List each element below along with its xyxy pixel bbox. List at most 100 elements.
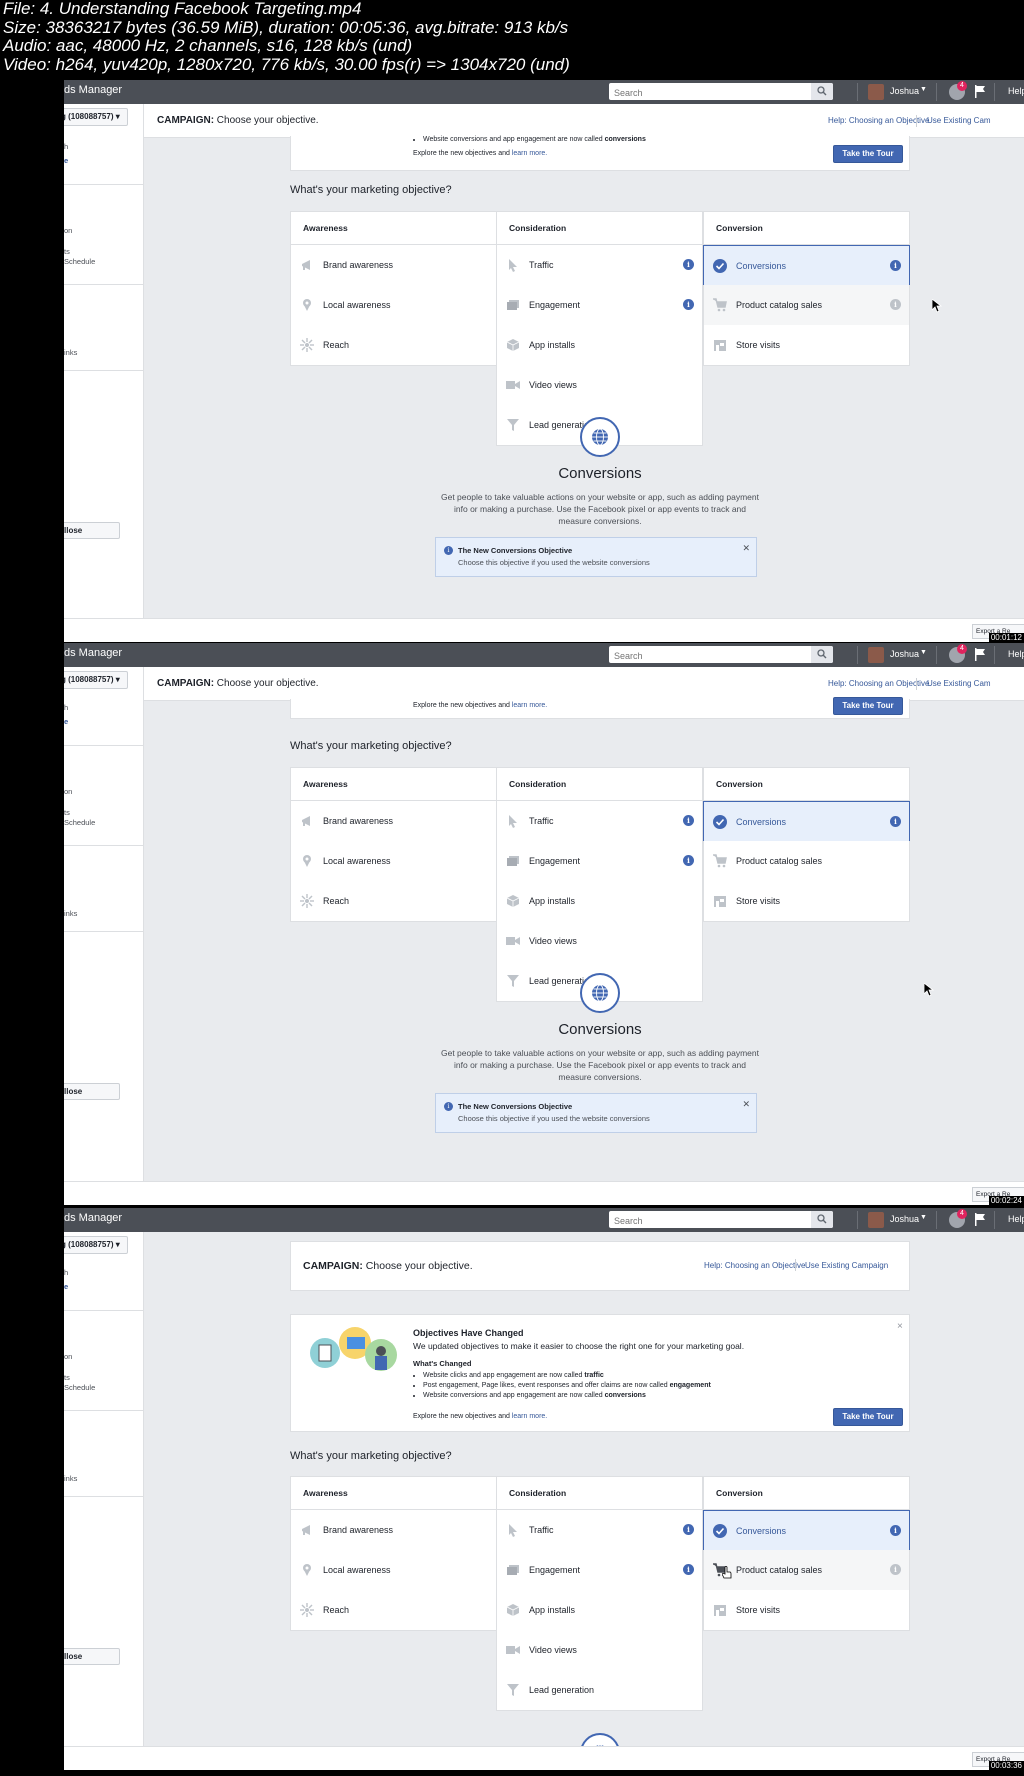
avatar[interactable] <box>868 1212 884 1228</box>
info-icon[interactable]: i <box>683 1524 694 1535</box>
close-button[interactable]: llose <box>64 1083 120 1100</box>
close-icon[interactable]: × <box>897 1321 903 1332</box>
objective-product-catalog-sales[interactable]: Product catalog sales i <box>703 285 910 326</box>
search-button[interactable] <box>811 1211 833 1228</box>
help-choosing-objective-link[interactable]: Help: Choosing an Objective <box>828 679 929 688</box>
sidebar-item[interactable]: inks <box>64 1474 77 1483</box>
objective-reach[interactable]: Reach <box>290 325 497 366</box>
sidebar-item-schedule[interactable]: Schedule <box>64 257 95 266</box>
objective-traffic[interactable]: Traffic i <box>496 801 703 842</box>
info-icon[interactable]: i <box>683 1564 694 1575</box>
search-box[interactable] <box>609 1211 833 1230</box>
search-box[interactable] <box>609 83 833 102</box>
search-input[interactable] <box>609 84 805 102</box>
avatar[interactable] <box>868 84 884 100</box>
chevron-down-icon[interactable]: ▼ <box>920 1214 927 1221</box>
close-icon[interactable]: ✕ <box>742 1099 750 1110</box>
chevron-down-icon[interactable]: ▼ <box>920 86 927 93</box>
info-icon[interactable]: i <box>890 299 901 310</box>
user-name[interactable]: Joshua <box>890 86 919 96</box>
sidebar-link[interactable]: e <box>64 717 68 726</box>
use-existing-campaign-link[interactable]: Use Existing Cam <box>927 679 991 688</box>
sidebar-link[interactable]: e <box>64 156 68 165</box>
sidebar-item[interactable]: h <box>64 703 68 712</box>
search-input[interactable] <box>609 1212 805 1230</box>
objective-reach[interactable]: Reach <box>290 881 497 922</box>
objective-product-catalog-sales[interactable]: Product catalog sales i <box>703 1550 910 1591</box>
objective-store-visits[interactable]: Store visits <box>703 881 910 922</box>
sidebar-item[interactable]: on <box>64 787 72 796</box>
objective-video-views[interactable]: Video views <box>496 1630 703 1671</box>
take-the-tour-button[interactable]: Take the Tour <box>833 1408 903 1426</box>
help-link[interactable]: Help <box>1008 1214 1024 1224</box>
use-existing-campaign-link[interactable]: Use Existing Campaign <box>805 1261 888 1270</box>
info-icon[interactable]: i <box>890 816 901 827</box>
objective-conversions[interactable]: Conversions i <box>703 1510 910 1551</box>
flag-icon[interactable] <box>974 85 986 98</box>
objective-app-installs[interactable]: App installs <box>496 325 703 366</box>
objective-reach[interactable]: Reach <box>290 1590 497 1631</box>
objective-traffic[interactable]: Traffic i <box>496 1510 703 1551</box>
learn-more-link[interactable]: learn more. <box>512 150 547 157</box>
close-icon[interactable]: ✕ <box>742 543 750 554</box>
objective-local-awareness[interactable]: Local awareness <box>290 841 497 882</box>
help-choosing-objective-link[interactable]: Help: Choosing an Objective <box>828 116 929 125</box>
use-existing-campaign-link[interactable]: Use Existing Cam <box>927 116 991 125</box>
info-icon[interactable]: i <box>890 260 901 271</box>
sidebar-item[interactable]: inks <box>64 348 77 357</box>
sidebar-item[interactable]: on <box>64 226 72 235</box>
objective-brand-awareness[interactable]: Brand awareness <box>290 245 497 286</box>
objective-conversions[interactable]: Conversions i <box>703 801 910 842</box>
objective-conversions[interactable]: Conversions i <box>703 245 910 286</box>
objective-traffic[interactable]: Traffic i <box>496 245 703 286</box>
account-selector[interactable]: g (108088757) ▾ <box>64 671 128 689</box>
sidebar-item-schedule[interactable]: Schedule <box>64 818 95 827</box>
info-icon[interactable]: i <box>683 815 694 826</box>
objective-engagement[interactable]: Engagement i <box>496 285 703 326</box>
flag-icon[interactable] <box>974 1213 986 1226</box>
objective-product-catalog-sales[interactable]: Product catalog sales <box>703 841 910 882</box>
learn-more-link[interactable]: learn more. <box>512 1413 547 1420</box>
objective-video-views[interactable]: Video views <box>496 365 703 406</box>
objective-store-visits[interactable]: Store visits <box>703 1590 910 1631</box>
info-icon[interactable]: i <box>683 259 694 270</box>
objective-store-visits[interactable]: Store visits <box>703 325 910 366</box>
sidebar-item[interactable]: inks <box>64 909 77 918</box>
search-button[interactable] <box>811 83 833 100</box>
objective-brand-awareness[interactable]: Brand awareness <box>290 1510 497 1551</box>
sidebar-item[interactable]: ts <box>64 1373 70 1382</box>
user-name[interactable]: Joshua <box>890 1214 919 1224</box>
objective-app-installs[interactable]: App installs <box>496 1590 703 1631</box>
objective-engagement[interactable]: Engagement i <box>496 841 703 882</box>
info-icon[interactable]: i <box>890 1525 901 1536</box>
help-choosing-objective-link[interactable]: Help: Choosing an Objective <box>704 1261 805 1270</box>
objective-lead-generation[interactable]: Lead generation <box>496 1670 703 1711</box>
sidebar-item[interactable]: h <box>64 142 68 151</box>
sidebar-item[interactable]: ts <box>64 247 70 256</box>
info-icon[interactable]: i <box>683 855 694 866</box>
chevron-down-icon[interactable]: ▼ <box>920 649 927 656</box>
avatar[interactable] <box>868 647 884 663</box>
search-button[interactable] <box>811 646 833 663</box>
flag-icon[interactable] <box>974 648 986 661</box>
close-button[interactable]: llose <box>64 522 120 539</box>
objective-local-awareness[interactable]: Local awareness <box>290 285 497 326</box>
take-the-tour-button[interactable]: Take the Tour <box>833 145 903 163</box>
account-selector[interactable]: g (108088757) ▾ <box>64 1236 128 1254</box>
sidebar-item[interactable]: on <box>64 1352 72 1361</box>
help-link[interactable]: Help <box>1008 86 1024 96</box>
objective-video-views[interactable]: Video views <box>496 921 703 962</box>
close-button[interactable]: llose <box>64 1648 120 1665</box>
help-link[interactable]: Help <box>1008 649 1024 659</box>
objective-app-installs[interactable]: App installs <box>496 881 703 922</box>
user-name[interactable]: Joshua <box>890 649 919 659</box>
objective-brand-awareness[interactable]: Brand awareness <box>290 801 497 842</box>
account-selector[interactable]: g (108088757) ▾ <box>64 108 128 126</box>
objective-engagement[interactable]: Engagement i <box>496 1550 703 1591</box>
take-the-tour-button[interactable]: Take the Tour <box>833 697 903 715</box>
sidebar-item[interactable]: h <box>64 1268 68 1277</box>
sidebar-link[interactable]: e <box>64 1282 68 1291</box>
learn-more-link[interactable]: learn more. <box>512 702 547 709</box>
search-input[interactable] <box>609 647 805 665</box>
info-icon[interactable]: i <box>890 1564 901 1575</box>
